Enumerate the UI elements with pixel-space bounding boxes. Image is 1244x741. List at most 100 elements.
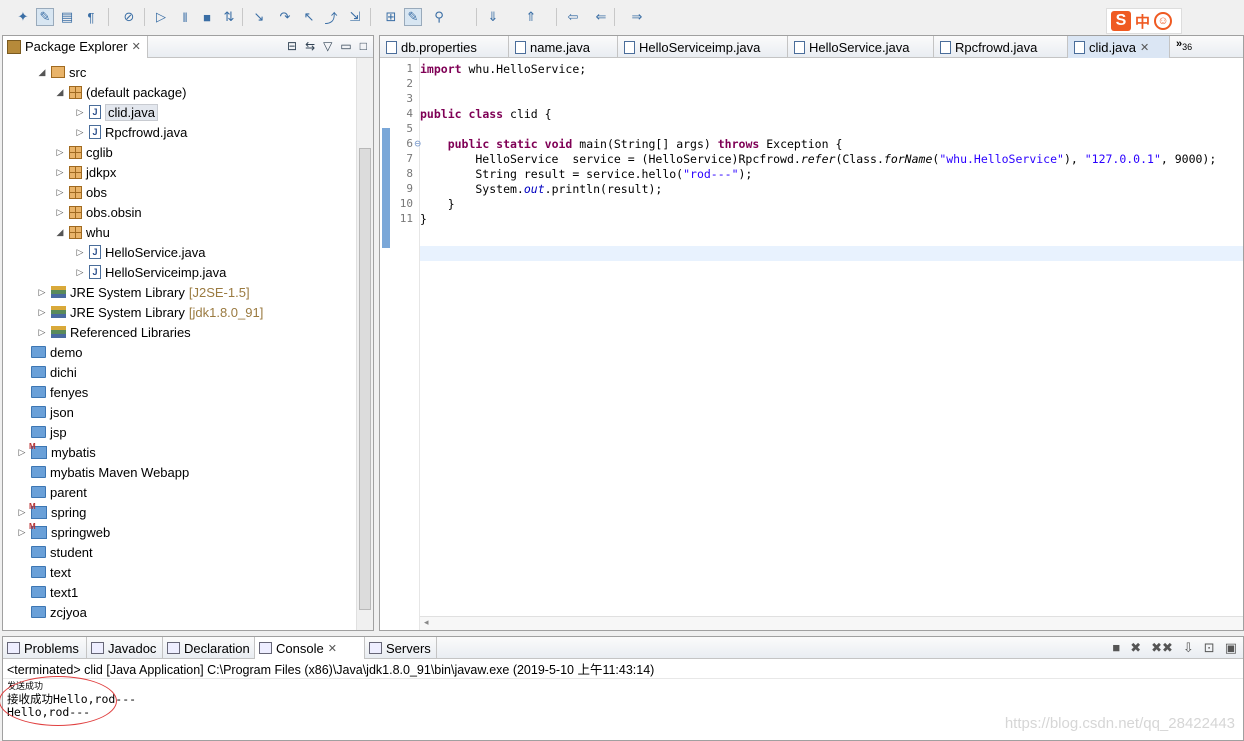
tree-item[interactable]: zcjyoa <box>17 602 87 622</box>
open-type-icon[interactable]: ⊞ <box>382 8 400 26</box>
tree-item[interactable]: ▷ JRE System Library [J2SE-1.5] <box>37 282 250 302</box>
suspend-icon[interactable]: ‖ <box>176 8 194 26</box>
tree-item[interactable]: fenyes <box>17 382 88 402</box>
tab-javadoc[interactable]: Javadoc <box>87 637 163 659</box>
tree-item[interactable]: ▷ J Rpcfrowd.java <box>75 122 188 142</box>
expand-arrow-icon[interactable]: ▷ <box>75 107 85 118</box>
tree-item[interactable]: ▷ springweb <box>17 522 111 542</box>
tree-item[interactable]: ▷ obs.obsin <box>55 202 142 222</box>
expand-arrow-icon[interactable]: ▷ <box>55 167 65 178</box>
expand-arrow-icon[interactable]: ▷ <box>17 527 27 538</box>
expand-arrow-icon[interactable]: ▷ <box>75 247 85 258</box>
resume-icon[interactable]: ▷ <box>152 8 170 26</box>
tree-item[interactable]: ▷ J HelloServiceimp.java <box>75 262 227 282</box>
editor-tab[interactable]: Rpcfrowd.java <box>934 36 1068 58</box>
expand-arrow-icon[interactable]: ▷ <box>75 267 85 278</box>
open-console-icon[interactable]: ▣ <box>1225 640 1237 656</box>
tab-servers[interactable]: Servers <box>365 637 437 659</box>
editor-tab[interactable]: name.java <box>509 36 618 58</box>
tree-item[interactable]: json <box>17 402 74 422</box>
paragraph-icon[interactable]: ¶ <box>82 8 100 26</box>
tree-item[interactable]: ▷ spring <box>17 502 87 522</box>
step-return-icon[interactable]: ↖ <box>300 8 318 26</box>
close-icon[interactable]: ✕ <box>328 642 337 655</box>
back-icon[interactable]: ⇐ <box>592 8 610 26</box>
layout-icon[interactable]: ▤ <box>58 8 76 26</box>
toggle-mark-icon[interactable]: ✎ <box>404 8 422 26</box>
expand-arrow-icon[interactable]: ▷ <box>55 207 65 218</box>
tree-item[interactable]: ▷ cglib <box>55 142 113 162</box>
expand-arrow-icon[interactable]: ▷ <box>75 127 85 138</box>
prev-annotation-icon[interactable]: ⇑ <box>522 8 540 26</box>
step-over-icon[interactable]: ↷ <box>276 8 294 26</box>
close-icon[interactable]: ✕ <box>132 40 141 53</box>
maximize-icon[interactable]: □ <box>360 39 367 53</box>
next-annotation-icon[interactable]: ⇓ <box>484 8 502 26</box>
collapse-arrow-icon[interactable]: ◢ <box>55 227 65 238</box>
expand-arrow-icon[interactable]: ▷ <box>37 287 47 298</box>
expand-arrow-icon[interactable]: ▷ <box>55 147 65 158</box>
tree-item[interactable]: ◢ (default package) <box>55 82 187 102</box>
tab-console[interactable]: Console ✕ <box>255 637 365 659</box>
tree-item[interactable]: parent <box>17 482 87 502</box>
step-into-icon[interactable]: ↘ <box>250 8 268 26</box>
pin-console-icon[interactable]: ⊡ <box>1204 640 1215 656</box>
scroll-lock-icon[interactable]: ⇩ <box>1183 640 1194 656</box>
tree-item[interactable]: dichi <box>17 362 77 382</box>
pen-icon[interactable]: ✎ <box>36 8 54 26</box>
collapse-arrow-icon[interactable]: ◢ <box>55 87 65 98</box>
console-output[interactable]: 发送成功 接收成功Hello,rod--- Hello,rod--- <box>0 676 1243 726</box>
more-tabs-button[interactable]: »36 <box>1176 38 1192 52</box>
skip-breakpoints-icon[interactable]: ⊘ <box>120 8 138 26</box>
vertical-scrollbar[interactable] <box>356 58 373 630</box>
close-icon[interactable]: ✕ <box>1140 41 1149 54</box>
tree-item[interactable]: ▷ obs <box>55 182 107 202</box>
last-edit-icon[interactable]: ⇦ <box>564 8 582 26</box>
code-area[interactable]: import whu.HelloService; public class cli… <box>420 58 1243 618</box>
drop-to-frame-icon[interactable]: ⤴ <box>322 8 340 26</box>
terminate-icon[interactable]: ■ <box>198 8 216 26</box>
remove-all-terminated-icon[interactable]: ✖✖ <box>1151 640 1173 656</box>
tab-declaration[interactable]: Declaration <box>163 637 255 659</box>
tree-item[interactable]: ◢ whu <box>55 222 110 242</box>
ime-emoji-icon[interactable]: ☺ <box>1154 12 1173 30</box>
expand-arrow-icon[interactable]: ▷ <box>55 187 65 198</box>
tree-item[interactable]: ▷ JRE System Library [jdk1.8.0_91] <box>37 302 264 322</box>
tree-item[interactable]: ▷ J HelloService.java <box>75 242 206 262</box>
horizontal-scrollbar[interactable]: ◂ <box>420 616 1243 630</box>
editor-tab[interactable]: HelloService.java <box>788 36 934 58</box>
collapse-arrow-icon[interactable]: ◢ <box>37 67 47 78</box>
minimize-icon[interactable]: ▭ <box>340 39 351 53</box>
expand-arrow-icon[interactable]: ▷ <box>17 507 27 518</box>
disconnect-icon[interactable]: ⇅ <box>220 8 238 26</box>
view-menu-icon[interactable]: ▽ <box>323 39 332 53</box>
link-with-editor-icon[interactable]: ⇆ <box>305 39 315 53</box>
tree-item[interactable]: mybatis Maven Webapp <box>17 462 189 482</box>
scrollbar-thumb[interactable] <box>359 148 371 610</box>
collapse-all-icon[interactable]: ⊟ <box>287 39 297 53</box>
expand-arrow-icon[interactable]: ▷ <box>37 327 47 338</box>
tree-item[interactable]: jsp <box>17 422 67 442</box>
expand-arrow-icon[interactable]: ▷ <box>17 447 27 458</box>
editor-tab[interactable]: HelloServiceimp.java <box>618 36 788 58</box>
tree-item[interactable]: ▷ mybatis <box>17 442 96 462</box>
use-step-filters-icon[interactable]: ⇲ <box>346 8 364 26</box>
editor-tab[interactable]: db.properties <box>380 36 509 58</box>
tree-item[interactable]: demo <box>17 342 83 362</box>
remove-launch-icon[interactable]: ✖ <box>1130 640 1141 656</box>
pin-icon[interactable]: ⚲ <box>430 8 448 26</box>
debug-icon[interactable]: ✦ <box>14 8 32 26</box>
forward-icon[interactable]: ⇒ <box>628 8 646 26</box>
tree-item[interactable]: ◢ src <box>37 62 87 82</box>
tree-item[interactable]: ▷ jdkpx <box>55 162 117 182</box>
ime-indicator[interactable]: S 中 ☺ <box>1106 8 1182 34</box>
tab-package-explorer[interactable]: Package Explorer ✕ <box>3 35 148 58</box>
tree-item[interactable]: text <box>17 562 71 582</box>
editor-tab[interactable]: clid.java ✕ <box>1068 36 1170 58</box>
tab-problems[interactable]: Problems <box>3 637 87 659</box>
tree-item[interactable]: student <box>17 542 93 562</box>
terminate-icon[interactable]: ■ <box>1112 640 1120 656</box>
ime-language-label[interactable]: 中 <box>1135 11 1150 32</box>
tree-item[interactable]: text1 <box>17 582 78 602</box>
expand-arrow-icon[interactable]: ▷ <box>37 307 47 318</box>
